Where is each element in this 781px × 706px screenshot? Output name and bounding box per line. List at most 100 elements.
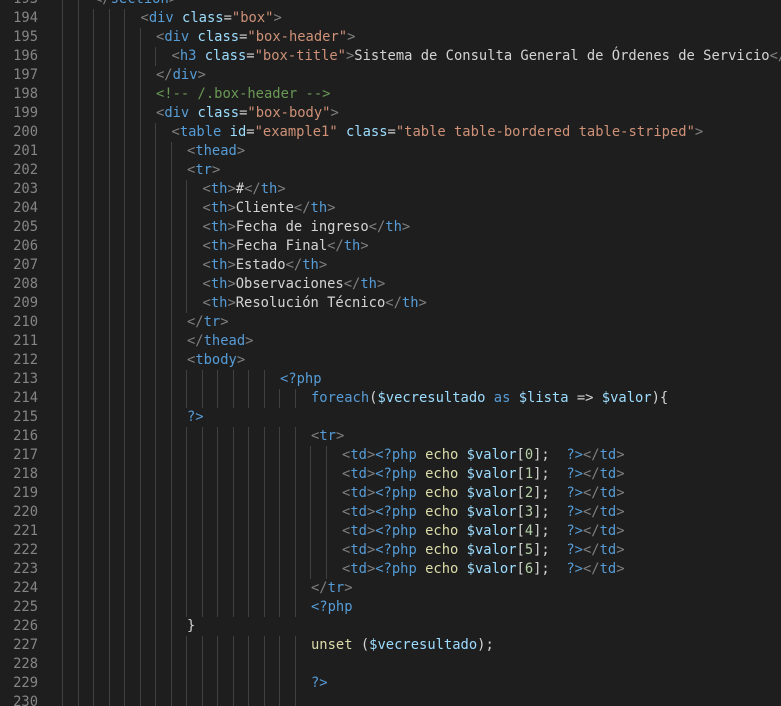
code-token: > [197,67,206,83]
indent-guide [170,408,172,427]
indent-guide [62,503,63,522]
code-line[interactable]: <th>Cliente</th> [62,199,781,218]
code-line[interactable]: <th>Fecha Final</th> [62,237,781,256]
code-line[interactable]: <?php [62,370,781,389]
indent-guide [93,389,94,408]
code-line[interactable]: <div class="box-header"> [62,28,781,47]
code-line[interactable]: </thead> [62,332,781,351]
code-line[interactable]: <td><?php echo $valor[5]; ?></td> [62,541,781,560]
indent-guide [93,408,94,427]
code-line[interactable] [62,693,781,706]
code-line[interactable]: <div class="box"> [62,9,781,28]
indent-guide [124,579,125,598]
code-line[interactable]: </section> [62,0,781,9]
indent-guide [279,522,280,541]
code-token: </ [311,580,328,596]
code-line[interactable]: <thead> [62,142,781,161]
indent-guide [93,617,94,636]
code-line[interactable]: <!-- /.box-header --> [62,85,781,104]
indent-guide [124,522,125,541]
indent-guide [155,579,156,598]
indent-guide [170,617,172,636]
code-line[interactable]: <th>#</th> [62,180,781,199]
code-token: th [210,200,228,216]
code-token: > [227,276,236,292]
code-line[interactable]: <td><?php echo $valor[1]; ?></td> [62,465,781,484]
code-token: $valor [466,447,517,463]
indent-guide [124,636,125,655]
indent-guide [93,579,94,598]
code-area[interactable]: </section><div class="box"><div class="b… [62,0,781,706]
indent-guide [124,218,125,237]
code-text: <th>Estado</th> [203,256,328,275]
code-token: < [171,48,180,64]
indent-guide [139,294,141,313]
code-line[interactable]: <td><?php echo $valor[4]; ?></td> [62,522,781,541]
code-line[interactable]: <th>Observaciones</th> [62,275,781,294]
code-text: } [187,617,195,636]
code-token: # [235,181,245,197]
code-line[interactable]: </tr> [62,579,781,598]
indent-guide [108,66,110,85]
line-number: 227 [13,637,38,653]
code-line[interactable]: <h3 class="box-title">Sistema de Consult… [62,47,781,66]
line-number: 202 [13,162,38,178]
code-line[interactable] [62,655,781,674]
code-line[interactable]: } [62,617,781,636]
code-line[interactable]: <tbody> [62,351,781,370]
code-line[interactable]: <div class="box-body"> [62,104,781,123]
code-line[interactable]: <td><?php echo $valor[6]; ?></td> [62,560,781,579]
code-text: ?> [311,674,328,693]
code-line[interactable]: <tr> [62,161,781,180]
code-line[interactable]: <td><?php echo $valor[0]; ?></td> [62,446,781,465]
code-line[interactable]: <th>Resolución Técnico</th> [62,294,781,313]
code-line[interactable]: <table id="example1" class="table table-… [62,123,781,142]
indent-guide [232,465,234,484]
indent-guide [77,465,79,484]
code-line[interactable]: </div> [62,66,781,85]
code-token: > [220,314,229,330]
indent-guide [108,237,110,256]
code-text: <th>Fecha de ingreso</th> [203,218,411,237]
indent-guide [232,579,234,598]
code-editor[interactable]: 1931941951961971981992002012022032042052… [0,0,781,706]
code-line[interactable]: <td><?php echo $valor[2]; ?></td> [62,484,781,503]
code-line[interactable]: <th>Estado</th> [62,256,781,275]
code-line[interactable]: </tr> [62,313,781,332]
code-token: class [197,105,240,121]
indent-guide [108,655,110,674]
indent-guide [310,522,311,541]
indent-guide [77,313,79,332]
code-token: <?php [375,466,417,482]
indent-guide [62,484,63,503]
code-line[interactable]: <td><?php echo $valor[3]; ?></td> [62,503,781,522]
indent-guide [139,180,141,199]
indent-guide [124,28,125,47]
indent-guide [217,674,218,693]
indent-guide [217,484,218,503]
code-line[interactable]: <th>Fecha de ingreso</th> [62,218,781,237]
indent-guide [124,9,125,28]
indent-guide [77,598,79,617]
indent-guide [77,123,79,142]
code-token: > [344,580,353,596]
code-line[interactable]: foreach($vecresultado as $lista => $valo… [62,389,781,408]
indent-guide [124,693,125,706]
indent-guide [217,465,218,484]
code-line[interactable]: <tr> [62,427,781,446]
code-line[interactable]: unset ($vecresultado); [62,636,781,655]
code-token: <!-- /.box-header --> [156,86,331,102]
indent-guide [108,465,110,484]
indent-guide [108,199,110,218]
indent-guide [248,446,249,465]
indent-guide [77,522,79,541]
code-line[interactable]: ?> [62,674,781,693]
code-line[interactable]: <?php [62,598,781,617]
code-token: td [350,542,367,558]
indent-guide [217,541,218,560]
indent-guide [139,465,141,484]
code-line[interactable]: ?> [62,408,781,427]
